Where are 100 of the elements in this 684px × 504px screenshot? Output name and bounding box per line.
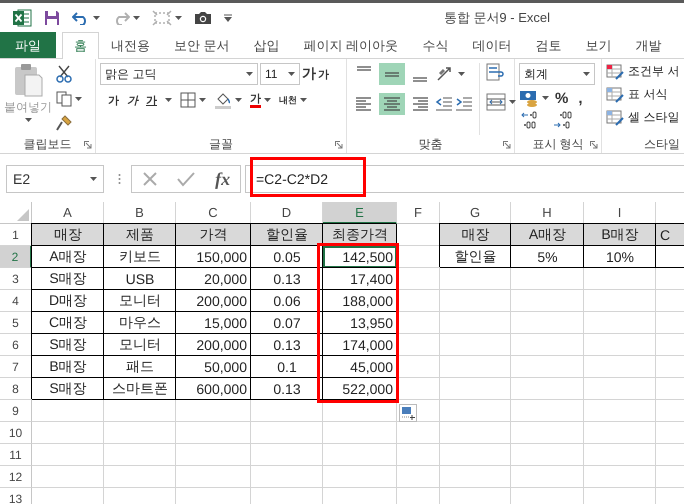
ribbon-tab[interactable]: 데이터 — [460, 32, 524, 58]
row-header[interactable]: 9 — [0, 400, 32, 422]
table-cell: 20,000 — [176, 268, 251, 290]
formula-field[interactable]: =C2-C2*D2 — [245, 165, 684, 193]
caret-icon[interactable] — [235, 98, 242, 102]
row-header[interactable]: 7 — [0, 356, 32, 378]
caret-icon[interactable] — [458, 72, 465, 76]
caret-icon[interactable] — [542, 96, 549, 100]
grip-icon[interactable] — [118, 173, 121, 185]
ribbon-tab[interactable]: 삽입 — [242, 32, 292, 58]
table-cell: 0.1 — [251, 356, 323, 378]
table-cell: 가격 — [176, 224, 251, 246]
cell-style-button[interactable]: 셀 스타일 — [606, 109, 680, 126]
center-align-button[interactable] — [379, 93, 405, 115]
table-cell: 할인율 — [251, 224, 323, 246]
caret-icon[interactable] — [583, 72, 590, 76]
table-cell: 매장 — [32, 224, 104, 246]
ribbon-tab[interactable]: 페이지 레이아웃 — [292, 32, 410, 58]
ribbon-tab[interactable]: 개발 — [623, 32, 674, 58]
caret-icon[interactable] — [288, 72, 295, 76]
ribbon-tab[interactable]: 홈 — [62, 32, 99, 59]
name-box[interactable]: E2 — [6, 165, 104, 193]
table-cell: 제품 — [104, 224, 176, 246]
paste-options-icon[interactable] — [399, 404, 417, 422]
dialog-launcher-icon[interactable] — [590, 141, 598, 149]
conditional-style-button[interactable]: 조건부 서 — [606, 63, 680, 80]
group-label: 클립보드 — [22, 136, 72, 153]
merge-cells-icon[interactable] — [486, 93, 506, 111]
caret-icon[interactable] — [93, 16, 100, 20]
row-header[interactable]: 6 — [0, 334, 32, 356]
ribbon-tab[interactable]: 검토 — [523, 32, 574, 58]
table-cell: C매장 — [32, 312, 104, 334]
fill-color-icon[interactable] — [214, 91, 232, 109]
currency-icon[interactable] — [519, 89, 539, 107]
copy-icon[interactable] — [56, 91, 72, 107]
decrease-indent-icon[interactable] — [435, 96, 453, 112]
row-header[interactable]: 4 — [0, 290, 32, 312]
font-size-dropdown[interactable]: 11 — [260, 63, 300, 85]
check-icon[interactable] — [177, 171, 196, 187]
dialog-launcher-icon[interactable] — [503, 141, 511, 149]
comma-button[interactable]: , — [574, 90, 587, 106]
row-header[interactable]: 3 — [0, 268, 32, 290]
caret-icon[interactable] — [175, 16, 182, 20]
table-style-button[interactable]: 표 서식 — [606, 86, 680, 103]
table-cell: A매장 — [511, 224, 584, 246]
caret-icon[interactable] — [246, 72, 253, 76]
underline-button[interactable]: 가 — [146, 92, 157, 108]
camera-icon[interactable] — [194, 10, 212, 24]
column-header[interactable]: E — [323, 202, 397, 224]
align-middle-icon — [384, 72, 400, 76]
group-label: 스타일 — [644, 136, 681, 153]
insert-function-button[interactable]: fx — [215, 168, 230, 190]
row-header[interactable]: 5 — [0, 312, 32, 334]
ribbon-tab[interactable]: 보기 — [573, 32, 624, 58]
caret-icon[interactable] — [90, 177, 97, 181]
ribbon-tab[interactable]: 수식 — [410, 32, 460, 58]
caret-icon[interactable] — [133, 16, 140, 20]
number-format-dropdown[interactable]: 회계 — [519, 63, 595, 85]
bold-button[interactable]: 가 — [108, 92, 119, 108]
phonetic-guide-button[interactable]: 내천 — [279, 95, 297, 105]
row-header[interactable]: 12 — [0, 466, 32, 488]
borders-icon[interactable] — [180, 92, 196, 108]
row-header[interactable]: 10 — [0, 422, 32, 444]
wrap-text-icon[interactable] — [486, 63, 506, 81]
font-color-button[interactable]: 가 — [250, 92, 261, 108]
table-cell: 0.13 — [251, 268, 323, 290]
row-header[interactable]: 2 — [0, 246, 32, 268]
percent-button[interactable]: % — [551, 90, 572, 106]
row-header[interactable]: 8 — [0, 378, 32, 400]
row-header[interactable]: 11 — [0, 444, 32, 466]
excel-logo-icon[interactable] — [12, 8, 32, 28]
italic-button[interactable]: 가 — [127, 92, 138, 108]
group-label: 표시 형식 — [531, 136, 585, 153]
middle-align-button[interactable] — [379, 63, 405, 85]
align-bottom-icon — [412, 77, 428, 82]
ribbon-tab[interactable]: 보안 문서 — [162, 32, 242, 58]
file-tab[interactable]: 파일 — [0, 32, 56, 58]
dialog-launcher-icon[interactable] — [335, 141, 343, 149]
increase-indent-icon[interactable] — [455, 96, 473, 112]
shrink-font-button[interactable]: 가 — [318, 66, 329, 82]
caret-icon[interactable] — [300, 98, 307, 102]
table-cell: 142,500 — [323, 246, 397, 268]
format-painter-icon[interactable] — [56, 115, 72, 131]
table-cell: S매장 — [32, 378, 104, 400]
table-cell: C — [656, 224, 684, 246]
font-name-dropdown[interactable]: 맑은 고딕 — [100, 63, 258, 85]
caret-icon[interactable] — [199, 98, 206, 102]
caret-icon[interactable] — [165, 98, 172, 102]
table-cell: 스마트폰 — [104, 378, 176, 400]
dialog-launcher-icon[interactable] — [84, 141, 92, 149]
table-cell: 188,000 — [323, 290, 397, 312]
caret-icon[interactable] — [509, 100, 516, 104]
caret-icon[interactable] — [75, 97, 82, 101]
grow-font-button[interactable]: 가 — [302, 65, 316, 83]
ribbon-tab[interactable]: 내전용 — [99, 32, 162, 58]
customize-icon[interactable] — [224, 14, 232, 22]
row-header[interactable]: 13 — [0, 488, 32, 504]
save-icon[interactable] — [44, 10, 60, 26]
caret-icon[interactable] — [264, 98, 271, 102]
scissors-icon[interactable] — [56, 65, 72, 83]
